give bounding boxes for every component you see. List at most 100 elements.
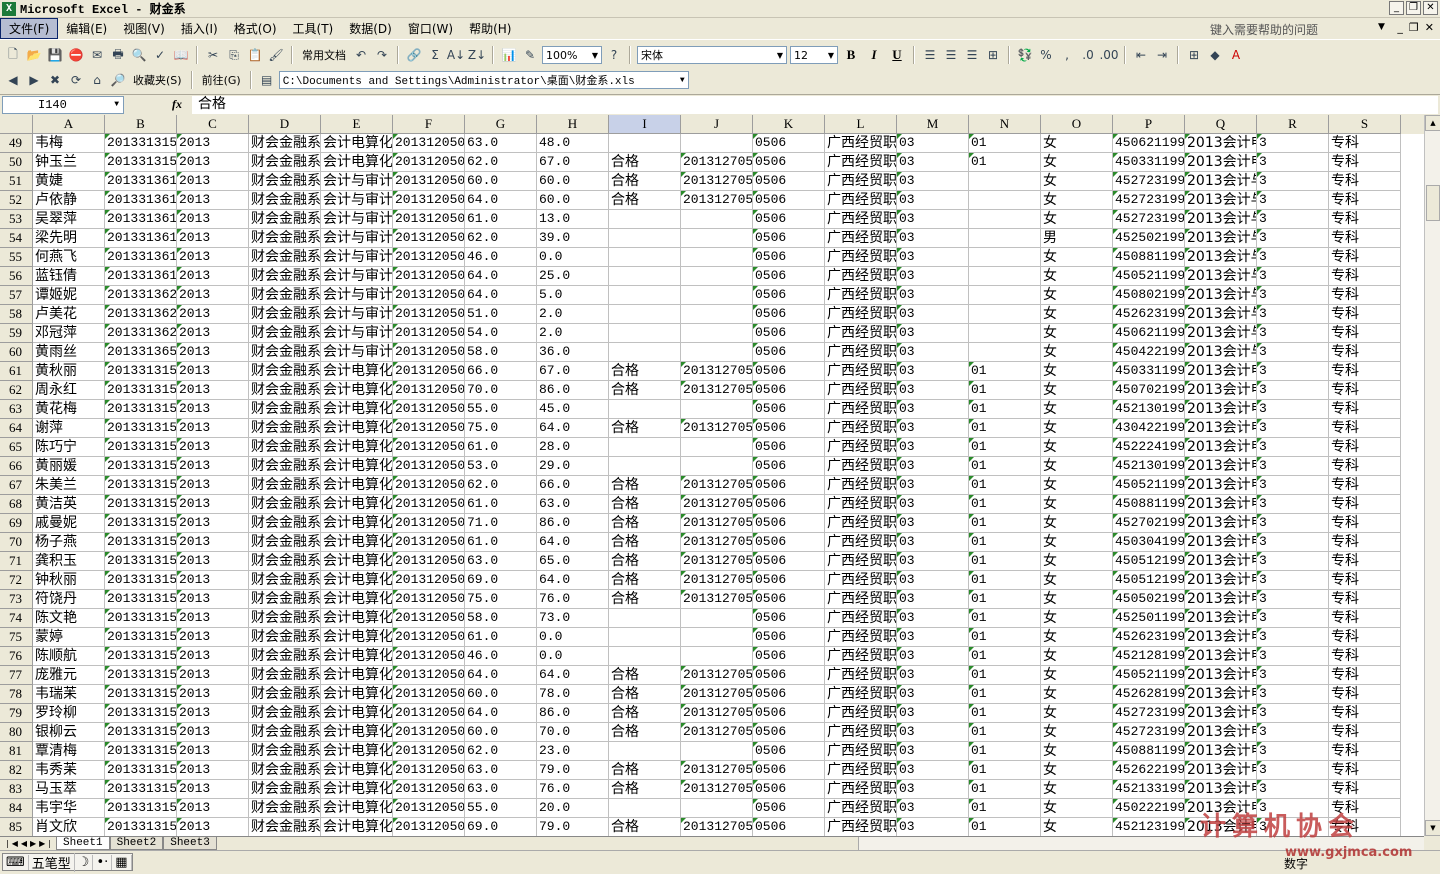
- cell-h[interactable]: 79.0: [537, 818, 609, 836]
- cell-i[interactable]: [609, 609, 681, 628]
- cell-d[interactable]: 财会金融系: [249, 210, 321, 229]
- cell-g[interactable]: 64.0: [465, 267, 537, 286]
- column-header-c[interactable]: C: [177, 115, 249, 134]
- cell-q[interactable]: 2013会计电: [1185, 381, 1257, 400]
- cell-a[interactable]: 黄洁英: [33, 495, 105, 514]
- cell-d[interactable]: 财会金融系: [249, 191, 321, 210]
- cell-o[interactable]: 女: [1041, 704, 1113, 723]
- doc-close-button[interactable]: ✕: [1425, 21, 1434, 34]
- cell-q[interactable]: 2013会计电: [1185, 134, 1257, 153]
- cell-n[interactable]: [969, 343, 1041, 362]
- cell-e[interactable]: 会计与审计: [321, 267, 393, 286]
- cell-h[interactable]: 64.0: [537, 533, 609, 552]
- cell-j[interactable]: [681, 628, 753, 647]
- cell-a[interactable]: 马玉萃: [33, 780, 105, 799]
- cell-l[interactable]: 广西经贸职: [825, 457, 897, 476]
- moon-icon[interactable]: ☽: [75, 854, 94, 870]
- cell-i[interactable]: 合格: [609, 191, 681, 210]
- cell-i[interactable]: 合格: [609, 818, 681, 836]
- cell-h[interactable]: 0.0: [537, 628, 609, 647]
- cell-f[interactable]: 2013120506: [393, 229, 465, 248]
- cell-m[interactable]: 03: [897, 799, 969, 818]
- cell-g[interactable]: 60.0: [465, 172, 537, 191]
- cell-m[interactable]: 03: [897, 495, 969, 514]
- cell-i[interactable]: [609, 305, 681, 324]
- cell-q[interactable]: 2013会计与: [1185, 286, 1257, 305]
- cell-d[interactable]: 财会金融系: [249, 381, 321, 400]
- cell-g[interactable]: 63.0: [465, 780, 537, 799]
- cell-a[interactable]: 肖文欣: [33, 818, 105, 836]
- cell-i[interactable]: 合格: [609, 761, 681, 780]
- cell-q[interactable]: 2013会计电: [1185, 609, 1257, 628]
- cell-a[interactable]: 邓冠萍: [33, 324, 105, 343]
- cell-o[interactable]: 男: [1041, 229, 1113, 248]
- column-header-m[interactable]: M: [897, 115, 969, 134]
- cell-p[interactable]: 4527231995: [1113, 172, 1185, 191]
- cell-j[interactable]: 2013127050: [681, 780, 753, 799]
- cell-c[interactable]: 2013: [177, 153, 249, 172]
- cell-h[interactable]: 67.0: [537, 153, 609, 172]
- cell-q[interactable]: 2013会计与: [1185, 191, 1257, 210]
- cell-j[interactable]: [681, 647, 753, 666]
- cell-f[interactable]: 2013120506: [393, 134, 465, 153]
- cell-l[interactable]: 广西经贸职: [825, 666, 897, 685]
- cell-j[interactable]: [681, 286, 753, 305]
- cell-p[interactable]: 4525021995: [1113, 229, 1185, 248]
- save-icon[interactable]: 💾: [46, 46, 64, 64]
- cell-g[interactable]: 62.0: [465, 476, 537, 495]
- cell-c[interactable]: 2013: [177, 533, 249, 552]
- cell-c[interactable]: 2013: [177, 723, 249, 742]
- cell-e[interactable]: 会计电算化: [321, 362, 393, 381]
- ime-toolbar[interactable]: ⌨ 五笔型 ☽ •· ▦: [2, 852, 133, 872]
- cell-f[interactable]: 2013120506: [393, 533, 465, 552]
- cell-f[interactable]: 2013120506: [393, 362, 465, 381]
- cell-n[interactable]: 01: [969, 704, 1041, 723]
- cell-s[interactable]: 专科: [1329, 400, 1401, 419]
- cell-o[interactable]: 女: [1041, 761, 1113, 780]
- cell-a[interactable]: 韦宇华: [33, 799, 105, 818]
- cell-a[interactable]: 黄秋丽: [33, 362, 105, 381]
- font-color-icon[interactable]: A: [1227, 46, 1245, 64]
- cell-h[interactable]: 70.0: [537, 723, 609, 742]
- cell-f[interactable]: 2013120506: [393, 628, 465, 647]
- cell-k[interactable]: 0506: [753, 647, 825, 666]
- cell-m[interactable]: 03: [897, 248, 969, 267]
- cell-n[interactable]: [969, 229, 1041, 248]
- cell-a[interactable]: 韦秀苿: [33, 761, 105, 780]
- cell-l[interactable]: 广西经贸职: [825, 761, 897, 780]
- cell-s[interactable]: 专科: [1329, 647, 1401, 666]
- sheet-tab-3[interactable]: Sheet3: [163, 837, 217, 850]
- copy-icon[interactable]: ⎘: [225, 46, 243, 64]
- zoom-select[interactable]: 100% ▼: [542, 46, 602, 64]
- menu-data[interactable]: 数据(D): [341, 19, 400, 38]
- cell-d[interactable]: 财会金融系: [249, 248, 321, 267]
- cell-b[interactable]: 20133131520: [105, 362, 177, 381]
- column-header-p[interactable]: P: [1113, 115, 1185, 134]
- cell-m[interactable]: 03: [897, 685, 969, 704]
- cell-a[interactable]: 谭姬妮: [33, 286, 105, 305]
- align-left-icon[interactable]: ☰: [921, 46, 939, 64]
- cell-l[interactable]: 广西经贸职: [825, 438, 897, 457]
- increase-decimal-icon[interactable]: .0: [1079, 46, 1097, 64]
- cell-f[interactable]: 2013120506: [393, 571, 465, 590]
- menu-view[interactable]: 视图(V): [115, 19, 173, 38]
- cell-r[interactable]: 3: [1257, 191, 1329, 210]
- cell-q[interactable]: 2013会计电: [1185, 647, 1257, 666]
- cell-m[interactable]: 03: [897, 419, 969, 438]
- cell-c[interactable]: 2013: [177, 799, 249, 818]
- cell-k[interactable]: 0506: [753, 134, 825, 153]
- cell-q[interactable]: 2013会计电: [1185, 533, 1257, 552]
- cell-b[interactable]: 20133131520: [105, 647, 177, 666]
- cell-s[interactable]: 专科: [1329, 134, 1401, 153]
- scroll-thumb[interactable]: [1426, 185, 1440, 221]
- cell-c[interactable]: 2013: [177, 476, 249, 495]
- cell-i[interactable]: 合格: [609, 476, 681, 495]
- cell-g[interactable]: 53.0: [465, 457, 537, 476]
- cell-m[interactable]: 03: [897, 609, 969, 628]
- row-header[interactable]: 58: [0, 305, 33, 324]
- cell-c[interactable]: 2013: [177, 381, 249, 400]
- cell-e[interactable]: 会计电算化: [321, 400, 393, 419]
- cell-f[interactable]: 2013120506: [393, 305, 465, 324]
- fill-color-icon[interactable]: ◆: [1206, 46, 1224, 64]
- cell-m[interactable]: 03: [897, 552, 969, 571]
